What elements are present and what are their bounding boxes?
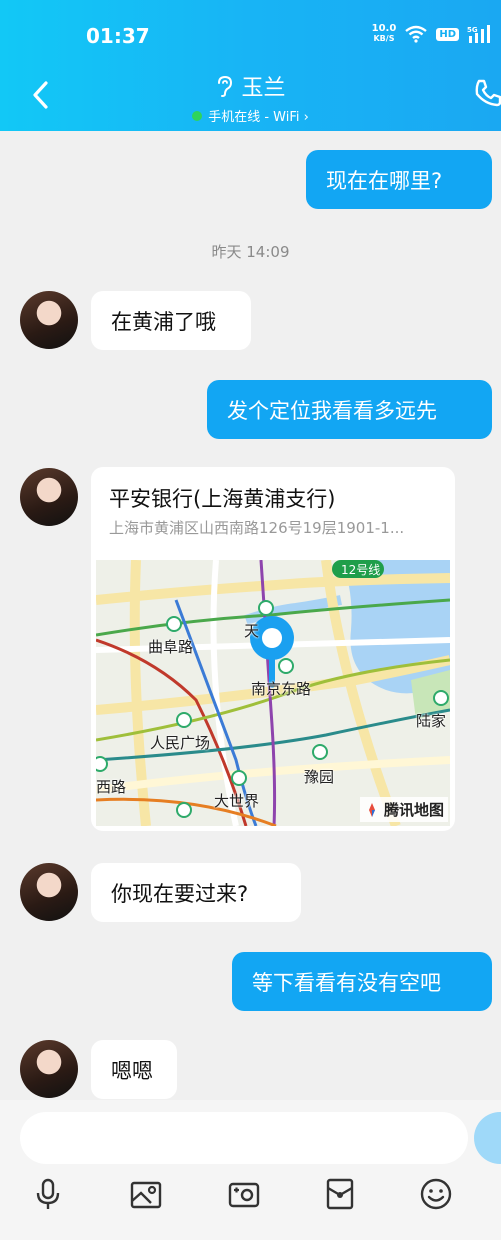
avatar[interactable] [20,468,78,526]
location-address: 上海市黄浦区山西南路126号19层1901-1... [109,519,405,537]
avatar[interactable] [20,1040,78,1098]
microphone-icon [36,1178,60,1209]
image-icon [130,1181,162,1209]
status-time: 01:37 [86,24,150,48]
map-thumbnail[interactable]: 12号线 曲阜路 天 南京东路 人民广场 陆家 西路 豫园 大世界 腾讯地图 [92,559,452,828]
time-divider: 昨天 14:09 [211,243,290,261]
chat-header: 01:37 10.0 KB/S HD 5G 玉兰 手机在线 - WiFi › [0,0,501,131]
message-bubble-incoming[interactable]: 嗯嗯 [91,1040,177,1099]
map-label: 12号线 [341,563,381,577]
hd-badge: HD [436,27,459,41]
svg-text:5G: 5G [467,26,478,34]
map-label: 天 [244,622,260,640]
contact-name: 玉兰 [241,76,286,101]
avatar[interactable] [20,863,78,921]
message-bubble-outgoing[interactable]: 等下看看有没有空吧 [232,952,492,1011]
signal-icon: 5G [467,25,490,43]
map-brand-label: 腾讯地图 [383,801,444,819]
map-label: 人民广场 [150,734,211,752]
message-bubble-outgoing[interactable]: 现在在哪里? [306,150,492,209]
emoji-button[interactable] [416,1174,456,1214]
map-label: 曲阜路 [148,638,194,656]
phone-icon [475,79,501,107]
avatar[interactable] [20,291,78,349]
voice-button[interactable] [28,1174,68,1214]
send-button[interactable] [474,1112,501,1164]
compass-icon [368,802,375,817]
online-dot [192,110,203,121]
envelope-icon [326,1178,354,1210]
status-icons: 10.0 KB/S HD 5G [372,24,493,44]
net-speed: 10.0 KB/S [372,24,397,44]
map-label: 南京东路 [251,680,312,698]
message-input[interactable] [20,1112,468,1164]
smiley-icon [420,1178,452,1210]
map-label: 陆家 [416,712,447,730]
photo-button[interactable] [126,1174,166,1214]
camera-button[interactable] [224,1174,264,1214]
net-speed-value: 10.0 [371,23,397,34]
red-packet-button[interactable] [320,1174,360,1214]
message-bubble-incoming[interactable]: 你现在要过来? [91,863,301,922]
wifi-icon [405,25,428,43]
input-area [0,1100,501,1240]
map-label: 豫园 [304,768,335,786]
map-brand: 腾讯地图 [359,797,448,822]
message-bubble-outgoing[interactable]: 发个定位我看看多远先 [207,380,492,439]
call-button[interactable] [473,78,501,112]
chat-title: 玉兰 手机在线 - WiFi › [0,70,501,125]
input-toolbar [0,1174,501,1218]
online-status[interactable]: 手机在线 - WiFi › [208,106,309,125]
message-bubble-incoming[interactable]: 在黄浦了哦 [91,291,251,350]
location-card[interactable]: 平安银行(上海黄浦支行) 上海市黄浦区山西南路126号19层1901-1... [91,467,455,831]
ear-icon [218,75,233,97]
net-speed-unit: KB/S [373,34,395,43]
camera-icon [228,1182,260,1208]
location-name: 平安银行(上海黄浦支行) [109,487,336,511]
map-label: 西路 [96,778,127,796]
map-label: 大世界 [214,792,260,810]
